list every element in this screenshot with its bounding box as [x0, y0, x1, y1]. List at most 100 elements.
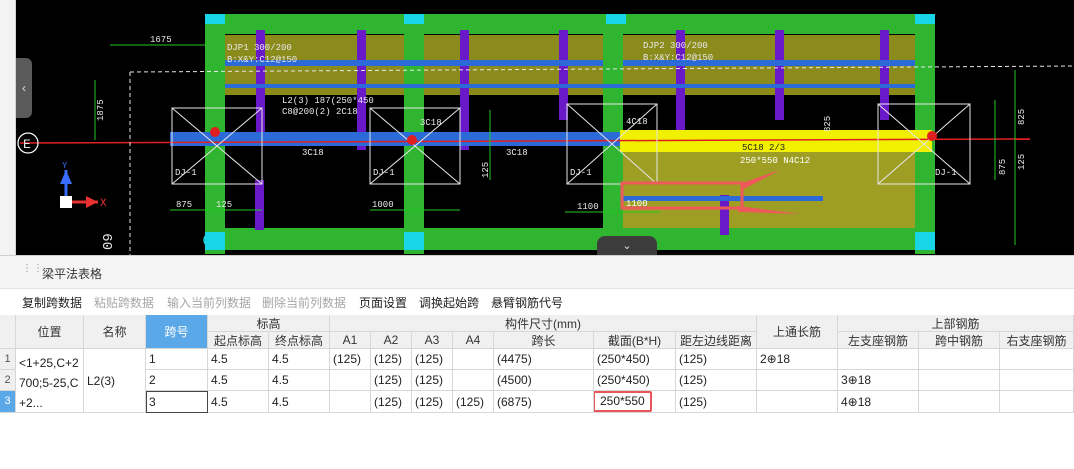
cell-a2[interactable]: (125)	[371, 370, 412, 391]
cantilever-rebar-code-button[interactable]: 悬臂钢筋代号	[491, 294, 563, 311]
cell-position[interactable]: <1+25,C+2700;5-25,C+2...	[16, 349, 84, 413]
page-setup-button[interactable]: 页面设置	[359, 294, 407, 311]
dim-1675: 1675	[150, 35, 172, 45]
row-number[interactable]: 2	[0, 370, 16, 391]
cell-a1[interactable]	[330, 391, 371, 413]
left-side-strip	[0, 0, 16, 255]
header-a2: A2	[371, 332, 412, 349]
cell-right-support[interactable]	[1000, 391, 1074, 413]
cell-span-length[interactable]: (6875)	[494, 391, 594, 413]
dim-875-left: 875	[176, 200, 192, 210]
axis-label-e: E	[23, 137, 31, 152]
dim-125-mid: 125	[481, 162, 491, 178]
cell-right-support[interactable]	[1000, 370, 1074, 391]
cell-left-support[interactable]: 3⊕18	[838, 370, 919, 391]
cell-end-elev[interactable]: 4.5	[269, 349, 330, 370]
chevron-down-icon: ⌄	[622, 240, 632, 252]
cell-a4[interactable]	[453, 370, 494, 391]
cad-label-5c18: 5C18 2/3	[742, 143, 785, 153]
header-position: 位置	[16, 315, 84, 349]
header-start-elev: 起点标高	[208, 332, 269, 349]
cell-top-through[interactable]: 2⊕18	[757, 349, 838, 370]
cell-left-support[interactable]: 4⊕18	[838, 391, 919, 413]
cell-section[interactable]: (250*450)	[594, 370, 676, 391]
cell-mid-span[interactable]	[919, 370, 1000, 391]
cell-section[interactable]: 250*550	[594, 391, 676, 413]
cell-span-length[interactable]: (4475)	[494, 349, 594, 370]
cell-a1[interactable]	[330, 370, 371, 391]
cell-end-elev[interactable]: 4.5	[269, 370, 330, 391]
cell-a3[interactable]: (125)	[412, 370, 453, 391]
cad-viewport[interactable]: 1675 1875 875 125 1000 1100 1100 125 875…	[0, 0, 1074, 255]
cad-label-3c18-c: 3C18	[420, 118, 442, 128]
cell-a2[interactable]: (125)	[371, 391, 412, 413]
beam-table: 位置 名称 跨号 标高 起点标高 终点标高 构件尺寸(mm) A1 A2 A3 …	[0, 315, 1074, 469]
header-a3: A3	[412, 332, 453, 349]
dim-125-left: 125	[216, 200, 232, 210]
drag-handle-icon[interactable]: ⋮⋮	[22, 264, 43, 280]
cell-left-support[interactable]	[838, 349, 919, 370]
toggle-bottom-panel-button[interactable]: ⌄	[597, 236, 657, 255]
cell-mid-span[interactable]	[919, 391, 1000, 413]
copy-span-data-button[interactable]: 复制跨数据	[22, 294, 82, 311]
cad-drawing: 1675 1875 875 125 1000 1100 1100 125 875…	[17, 14, 1074, 255]
header-top-through: 上通长筋	[757, 315, 838, 349]
header-mid-span: 跨中钢筋	[919, 332, 1000, 349]
cell-a3[interactable]: (125)	[412, 391, 453, 413]
row-number[interactable]: 1	[0, 349, 16, 370]
cad-label-stirrup: C8@200(2) 2C18	[282, 107, 358, 117]
cell-a4[interactable]: (125)	[453, 391, 494, 413]
cad-label-djp2: DJP2 300/200	[643, 41, 708, 51]
swap-start-span-button[interactable]: 调换起始跨	[419, 294, 479, 311]
beam-top	[205, 14, 935, 34]
header-elevation: 标高	[208, 315, 330, 332]
dim-825-a: 825	[1017, 109, 1027, 125]
paste-span-data-button[interactable]: 粘贴跨数据	[94, 294, 154, 311]
header-a4: A4	[453, 332, 494, 349]
cell-a3[interactable]: (125)	[412, 349, 453, 370]
cell-section[interactable]: (250*450)	[594, 349, 676, 370]
cell-name[interactable]: L2(3)	[84, 349, 146, 413]
row-number[interactable]: 3	[0, 391, 16, 413]
beam-table-panel: ⋮⋮ 梁平法表格 复制跨数据 粘贴跨数据 输入当前列数据 删除当前列数据 页面设…	[0, 255, 1074, 469]
cad-label-beam: L2(3) 187(250*450	[282, 96, 374, 106]
cell-span[interactable]: 3	[146, 391, 208, 413]
section-highlight: 250*550	[594, 391, 652, 412]
cell-start-elev[interactable]: 4.5	[208, 370, 269, 391]
cell-a4[interactable]	[453, 349, 494, 370]
cad-label-section: 250*550 N4C12	[740, 156, 810, 166]
cell-top-through[interactable]	[757, 391, 838, 413]
header-dims: 构件尺寸(mm)	[330, 315, 757, 332]
corner-cell	[0, 315, 16, 349]
cell-offset[interactable]: (125)	[676, 391, 757, 413]
dim-125-right: 125	[1017, 154, 1027, 170]
cell-span-length[interactable]: (4500)	[494, 370, 594, 391]
header-span-no[interactable]: 跨号	[146, 315, 208, 349]
cell-offset[interactable]: (125)	[676, 370, 757, 391]
cell-span[interactable]: 1	[146, 349, 208, 370]
cad-label-3c18-b: 3C18	[506, 148, 528, 158]
cell-start-elev[interactable]: 4.5	[208, 391, 269, 413]
cell-offset[interactable]: (125)	[676, 349, 757, 370]
cell-top-through[interactable]	[757, 370, 838, 391]
cell-a2[interactable]: (125)	[371, 349, 412, 370]
input-current-column-button[interactable]: 输入当前列数据	[167, 294, 251, 311]
delete-current-column-button[interactable]: 删除当前列数据	[262, 294, 346, 311]
collapse-left-panel-button[interactable]: ‹	[16, 58, 32, 118]
dim-1875: 1875	[96, 99, 106, 121]
cell-span[interactable]: 2	[146, 370, 208, 391]
cell-end-elev[interactable]: 4.5	[269, 391, 330, 413]
cad-label-3c18-a: 3C18	[302, 148, 324, 158]
cell-right-support[interactable]	[1000, 349, 1074, 370]
cell-mid-span[interactable]	[919, 349, 1000, 370]
dim-1100-b: 1100	[626, 199, 648, 209]
header-offset: 距左边线距离	[676, 332, 757, 349]
header-right-support: 右支座钢筋	[1000, 332, 1074, 349]
header-span-length: 跨长	[494, 332, 594, 349]
cell-a1[interactable]: (125)	[330, 349, 371, 370]
header-top-rebar: 上部钢筋	[838, 315, 1074, 332]
chevron-left-icon: ‹	[22, 81, 26, 95]
ucs-x-label: X	[100, 198, 107, 210]
cell-start-elev[interactable]: 4.5	[208, 349, 269, 370]
cad-label-djp1-rebar: B:X&Y:C12@150	[227, 55, 297, 65]
